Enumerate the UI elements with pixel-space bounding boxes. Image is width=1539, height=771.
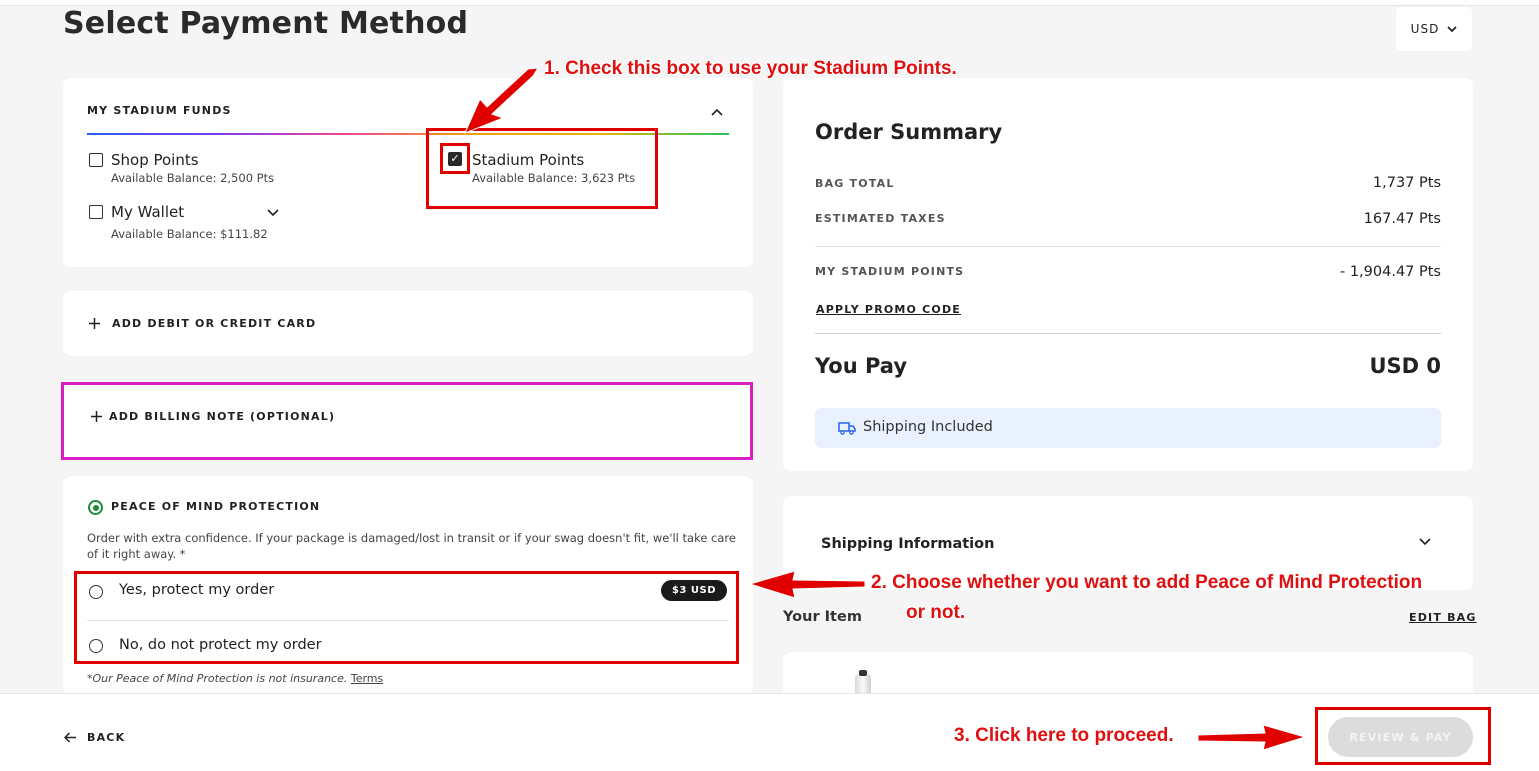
annotation-arrows [464,67,1307,751]
arrow-step1-icon [464,67,539,134]
annotation-step2-line1: 2. Choose whether you want to add Peace … [871,572,1423,593]
annotation-step3: 3. Click here to proceed. [954,725,1174,746]
annotation-step2-line2: or not. [906,602,966,623]
arrow-step2-icon [748,570,866,599]
arrow-step3-icon [1197,724,1307,751]
annotation-step1: 1. Check this box to use your Stadium Po… [544,58,957,79]
